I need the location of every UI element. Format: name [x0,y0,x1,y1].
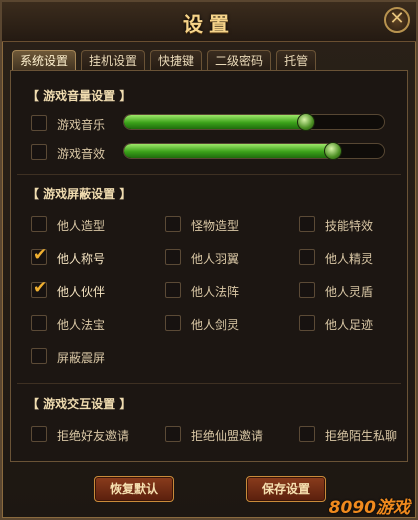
divider [17,174,401,175]
shield-option-label: 他人精灵 [325,252,374,266]
shield-option-checkbox[interactable] [31,348,47,364]
shield-option-checkbox[interactable] [31,216,47,232]
tab-system-settings[interactable]: 系统设置 [12,50,77,72]
shield-option-checkbox[interactable]: ✔ [31,245,47,265]
tab-auto-host[interactable]: 托管 [276,50,317,72]
tab-bar: 系统设置 挂机设置 快捷键 二级密码 托管 [12,50,317,72]
effects-volume-knob[interactable] [323,142,342,160]
shield-option-label: 他人称号 [57,252,106,266]
shield-option-checkbox[interactable] [165,282,181,298]
interaction-option-checkbox[interactable] [165,426,181,442]
shield-option-checkbox[interactable] [165,249,181,265]
shield-option-label: 他人剑灵 [191,318,240,332]
section-title-interaction: 【 游戏交互设置 】 [27,397,132,411]
checkmark-icon: ✔ [33,245,48,265]
shield-option-label: 怪物造型 [191,219,240,233]
interaction-option-label: 拒绝好友邀请 [57,429,130,443]
tab-secondary-password[interactable]: 二级密码 [207,50,272,72]
interaction-option-label: 拒绝陌生私聊 [325,429,398,443]
shield-option-checkbox[interactable] [165,216,181,232]
shield-option-label: 屏蔽震屏 [57,351,106,365]
checkmark-icon: ✔ [33,278,48,298]
tab-hotkeys[interactable]: 快捷键 [150,50,203,72]
shield-option-checkbox[interactable] [299,249,315,265]
shield-option-label: 他人伙伴 [57,285,106,299]
interaction-option-checkbox[interactable] [299,426,315,442]
save-settings-button[interactable]: 保存设置 [246,476,326,502]
shield-option-label: 他人羽翼 [191,252,240,266]
effects-checkbox[interactable] [31,144,47,160]
interaction-option-checkbox[interactable] [31,426,47,442]
effects-volume-slider[interactable] [123,143,385,159]
music-checkbox[interactable] [31,115,47,131]
interaction-option-label: 拒绝仙盟邀请 [191,429,264,443]
shield-option-label: 技能特效 [325,219,374,233]
section-title-sound: 【 游戏音量设置 】 [27,89,132,103]
shield-option-label: 他人足迹 [325,318,374,332]
effects-volume-fill [124,144,334,158]
window-title: 设置 [183,12,235,36]
effects-label: 游戏音效 [57,147,106,161]
music-label: 游戏音乐 [57,118,106,132]
restore-defaults-button[interactable]: 恢复默认 [94,476,174,502]
title-bar[interactable]: 设置 ✕ [2,2,416,42]
shield-option-checkbox[interactable] [299,315,315,331]
shield-option-checkbox[interactable] [299,282,315,298]
shield-option-label: 他人造型 [57,219,106,233]
settings-panel: 【 游戏音量设置 】 游戏音乐 游戏音效 【 游戏屏蔽设置 】 他人造型 怪物造型… [10,70,408,462]
divider [17,383,401,384]
close-button[interactable]: ✕ [384,7,410,33]
section-title-shield: 【 游戏屏蔽设置 】 [27,187,132,201]
shield-option-checkbox[interactable] [299,216,315,232]
tab-afk-settings[interactable]: 挂机设置 [81,50,146,72]
shield-option-checkbox[interactable]: ✔ [31,278,47,298]
shield-option-label: 他人灵盾 [325,285,374,299]
music-volume-fill [124,115,308,129]
shield-option-checkbox[interactable] [31,315,47,331]
shield-option-label: 他人法阵 [191,285,240,299]
shield-option-checkbox[interactable] [165,315,181,331]
music-volume-slider[interactable] [123,114,385,130]
site-watermark-logo: 8090游戏 [328,498,410,518]
shield-option-label: 他人法宝 [57,318,106,332]
